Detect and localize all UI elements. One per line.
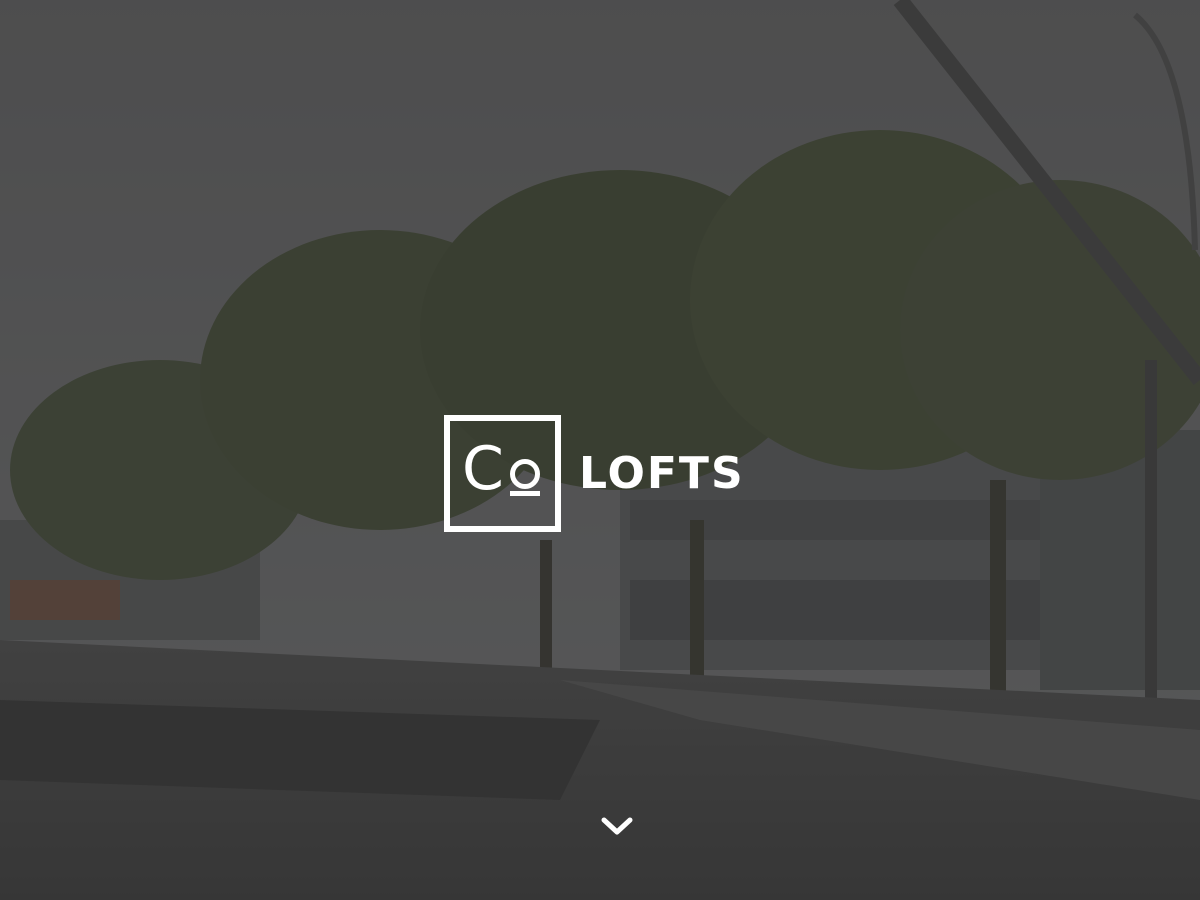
brand-name: LOFTS [579,448,745,499]
hero-section: C LOFTS [0,0,1200,900]
chevron-down-icon [600,812,634,840]
logo-mark-underline [510,491,540,496]
brand-logo[interactable]: C LOFTS [444,415,745,532]
logo-mark-letter: C [462,434,504,504]
scroll-down-button[interactable] [600,812,634,840]
logo-mark: C [444,415,561,532]
logo-mark-circle [510,459,540,489]
